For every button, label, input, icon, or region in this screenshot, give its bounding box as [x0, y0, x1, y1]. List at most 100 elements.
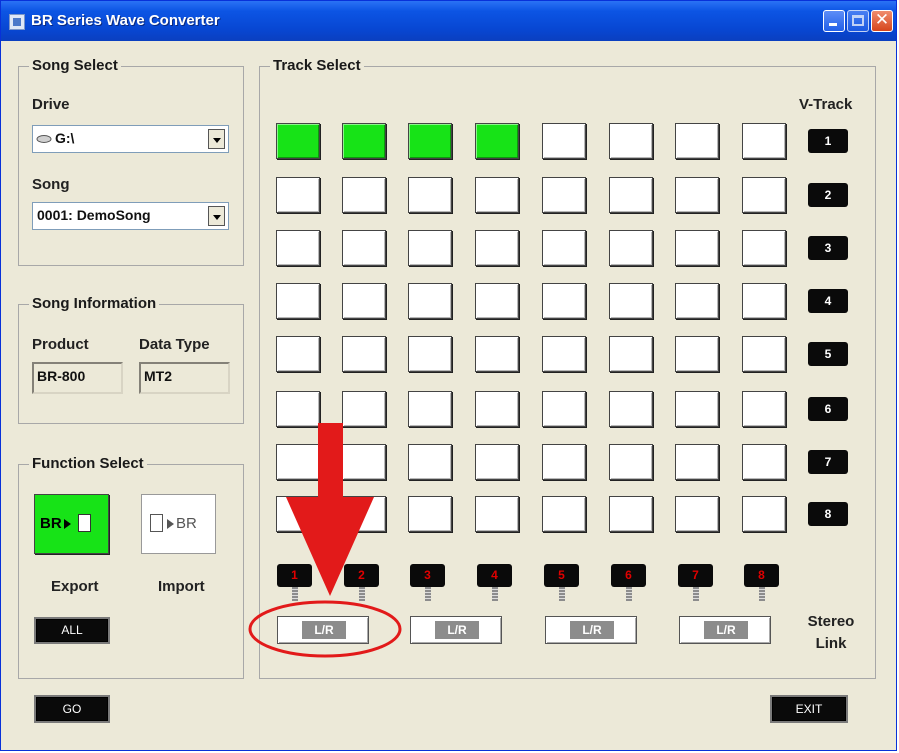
- track-button-v5-t5[interactable]: [542, 336, 586, 372]
- track-button-v8-t4[interactable]: [475, 496, 519, 532]
- track-button-v3-t5[interactable]: [542, 230, 586, 266]
- channel-connector: [559, 587, 565, 601]
- track-button-v4-t3[interactable]: [408, 283, 452, 319]
- track-button-v4-t2[interactable]: [342, 283, 386, 319]
- stereo-link-button-5-6[interactable]: L/R: [545, 616, 637, 644]
- stereo-link-button-3-4[interactable]: L/R: [410, 616, 502, 644]
- track-button-v4-t4[interactable]: [475, 283, 519, 319]
- track-button-v8-t6[interactable]: [609, 496, 653, 532]
- track-button-v6-t4[interactable]: [475, 391, 519, 427]
- track-button-v1-t3[interactable]: [408, 123, 452, 159]
- track-button-v4-t6[interactable]: [609, 283, 653, 319]
- track-button-v2-t5[interactable]: [542, 177, 586, 213]
- track-button-v3-t4[interactable]: [475, 230, 519, 266]
- track-button-v8-t8[interactable]: [742, 496, 786, 532]
- track-button-v4-t1[interactable]: [276, 283, 320, 319]
- exit-button[interactable]: EXIT: [770, 695, 848, 723]
- drive-value: G:\: [55, 130, 75, 146]
- track-button-v2-t3[interactable]: [408, 177, 452, 213]
- import-function-button[interactable]: BR: [141, 494, 216, 554]
- track-button-v4-t8[interactable]: [742, 283, 786, 319]
- channel-connector: [292, 587, 298, 601]
- channel-badge: 5: [544, 564, 579, 587]
- track-button-v7-t7[interactable]: [675, 444, 719, 480]
- track-button-v1-t2[interactable]: [342, 123, 386, 159]
- song-select[interactable]: 0001: DemoSong: [32, 202, 229, 230]
- export-br-text: BR: [40, 515, 62, 532]
- track-button-v1-t4[interactable]: [475, 123, 519, 159]
- track-button-v3-t2[interactable]: [342, 230, 386, 266]
- track-button-v3-t6[interactable]: [609, 230, 653, 266]
- track-button-v8-t3[interactable]: [408, 496, 452, 532]
- maximize-icon: [852, 15, 864, 26]
- maximize-button[interactable]: [847, 10, 869, 32]
- track-button-v2-t6[interactable]: [609, 177, 653, 213]
- track-button-v1-t1[interactable]: [276, 123, 320, 159]
- track-button-v5-t7[interactable]: [675, 336, 719, 372]
- track-button-v6-t5[interactable]: [542, 391, 586, 427]
- drive-select[interactable]: G:\: [32, 125, 229, 153]
- data-type-value: MT2: [144, 368, 172, 384]
- stereo-link-button-7-8[interactable]: L/R: [679, 616, 771, 644]
- track-button-v6-t2[interactable]: [342, 391, 386, 427]
- track-button-v5-t6[interactable]: [609, 336, 653, 372]
- song-dropdown-icon[interactable]: [208, 206, 225, 226]
- track-button-v6-t8[interactable]: [742, 391, 786, 427]
- track-button-v7-t1[interactable]: [276, 444, 320, 480]
- track-button-v5-t3[interactable]: [408, 336, 452, 372]
- track-button-v2-t7[interactable]: [675, 177, 719, 213]
- track-button-v5-t8[interactable]: [742, 336, 786, 372]
- track-button-v2-t8[interactable]: [742, 177, 786, 213]
- track-button-v5-t4[interactable]: [475, 336, 519, 372]
- track-button-v1-t8[interactable]: [742, 123, 786, 159]
- drive-dropdown-icon[interactable]: [208, 129, 225, 149]
- track-button-v7-t8[interactable]: [742, 444, 786, 480]
- data-type-field: MT2: [139, 362, 230, 394]
- song-information-title: Song Information: [29, 295, 160, 312]
- track-button-v4-t5[interactable]: [542, 283, 586, 319]
- track-button-v3-t1[interactable]: [276, 230, 320, 266]
- channel-connector: [492, 587, 498, 601]
- v-track-label: V-Track: [799, 96, 853, 113]
- track-button-v7-t3[interactable]: [408, 444, 452, 480]
- track-button-v4-t7[interactable]: [675, 283, 719, 319]
- track-button-v2-t2[interactable]: [342, 177, 386, 213]
- v-track-badge: 7: [808, 450, 848, 474]
- export-function-button[interactable]: BR: [34, 494, 109, 554]
- track-button-v3-t7[interactable]: [675, 230, 719, 266]
- track-button-v7-t6[interactable]: [609, 444, 653, 480]
- track-button-v2-t4[interactable]: [475, 177, 519, 213]
- track-button-v2-t1[interactable]: [276, 177, 320, 213]
- track-button-v1-t7[interactable]: [675, 123, 719, 159]
- track-button-v1-t5[interactable]: [542, 123, 586, 159]
- all-button[interactable]: ALL: [34, 617, 110, 644]
- track-button-v7-t5[interactable]: [542, 444, 586, 480]
- track-button-v6-t3[interactable]: [408, 391, 452, 427]
- channel-connector: [425, 587, 431, 601]
- stereo-link-button-1-2[interactable]: L/R: [277, 616, 369, 644]
- lr-label: L/R: [570, 621, 614, 639]
- track-button-v1-t6[interactable]: [609, 123, 653, 159]
- import-document-icon: [150, 514, 163, 532]
- track-button-v5-t1[interactable]: [276, 336, 320, 372]
- track-button-v8-t2[interactable]: [342, 496, 386, 532]
- stereo-link-line2: Link: [815, 635, 847, 652]
- v-track-badge: 4: [808, 289, 848, 313]
- track-button-v3-t3[interactable]: [408, 230, 452, 266]
- track-button-v8-t5[interactable]: [542, 496, 586, 532]
- track-button-v7-t4[interactable]: [475, 444, 519, 480]
- track-button-v8-t7[interactable]: [675, 496, 719, 532]
- minimize-button[interactable]: [823, 10, 845, 32]
- go-button[interactable]: GO: [34, 695, 110, 723]
- track-button-v6-t7[interactable]: [675, 391, 719, 427]
- product-value: BR-800: [37, 368, 86, 384]
- track-button-v6-t6[interactable]: [609, 391, 653, 427]
- track-button-v8-t1[interactable]: [276, 496, 320, 532]
- close-button[interactable]: ✕: [871, 10, 893, 32]
- track-button-v3-t8[interactable]: [742, 230, 786, 266]
- track-button-v5-t2[interactable]: [342, 336, 386, 372]
- channel-badge: 3: [410, 564, 445, 587]
- track-button-v7-t2[interactable]: [342, 444, 386, 480]
- track-button-v6-t1[interactable]: [276, 391, 320, 427]
- v-track-badge: 2: [808, 183, 848, 207]
